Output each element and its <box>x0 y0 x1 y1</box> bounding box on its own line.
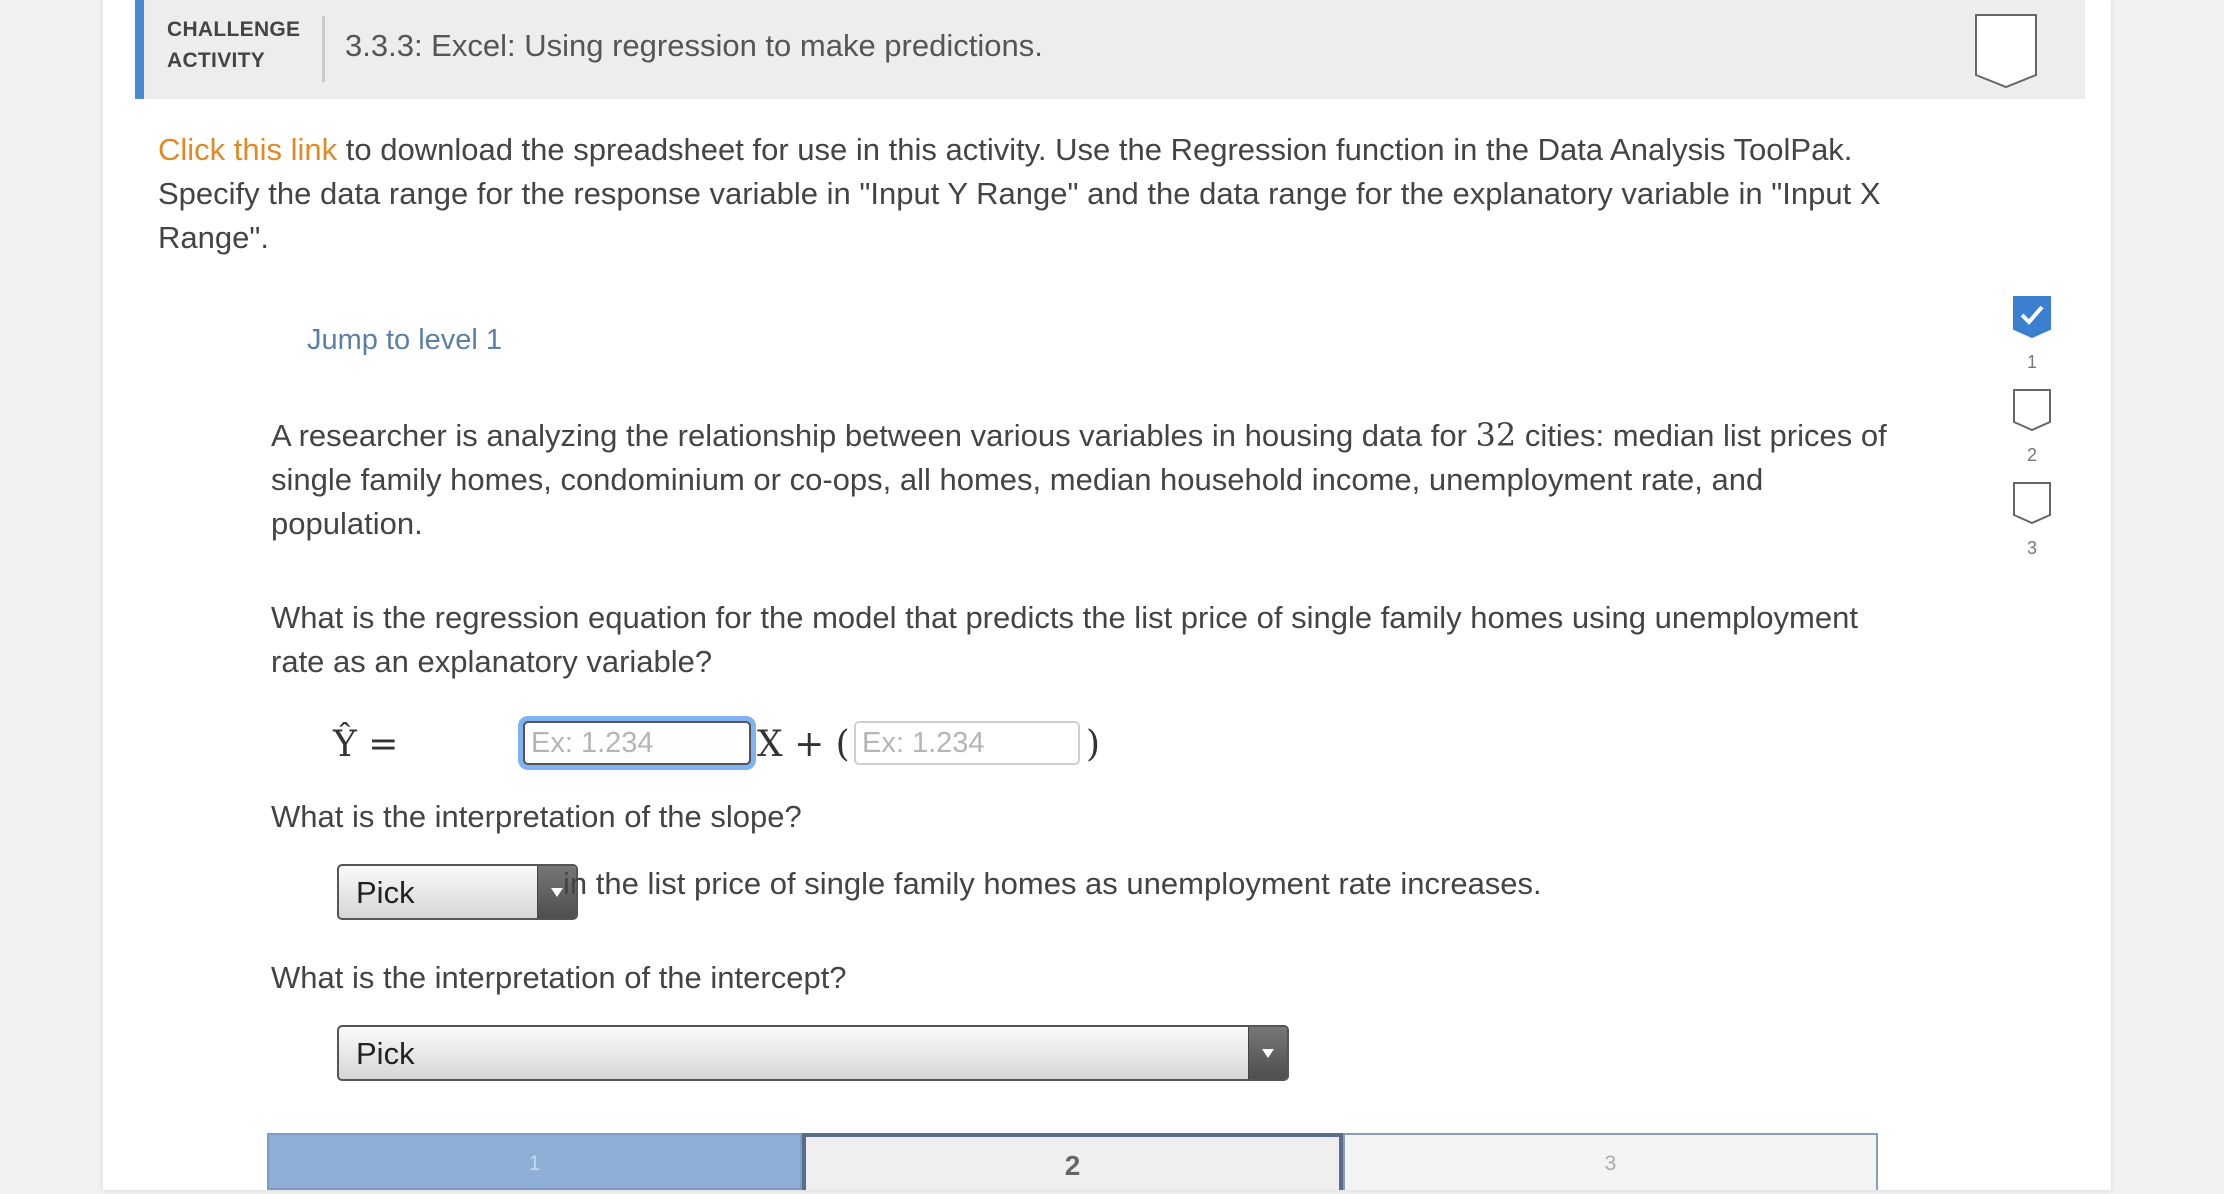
slope-interpretation-text: in the list price of single family homes… <box>563 866 1542 901</box>
equation-lhs: Ŷ = <box>333 724 399 765</box>
question-slope-interpretation: What is the interpretation of the slope? <box>271 799 802 834</box>
badge-line-2: ACTIVITY <box>167 49 266 72</box>
download-spreadsheet-link[interactable]: Click this link <box>158 132 337 167</box>
level-3-indicator[interactable]: 3 <box>2012 482 2052 575</box>
slope-interpretation-select[interactable]: Pick <box>337 864 578 920</box>
level-2-indicator[interactable]: 2 <box>2012 389 2052 482</box>
dropdown-arrow-icon <box>1248 1027 1287 1079</box>
equation-close-paren: ) <box>1086 724 1101 765</box>
tab-level-1[interactable]: 1 <box>267 1133 802 1190</box>
equation-x-term: X + ( <box>757 724 850 765</box>
slope-input[interactable] <box>523 721 751 765</box>
badge-line-1: CHALLENGE <box>167 18 301 41</box>
activity-title: 3.3.3: Excel: Using regression to make p… <box>345 28 1043 63</box>
intercept-input[interactable] <box>854 721 1080 765</box>
challenge-header: CHALLENGE ACTIVITY 3.3.3: Excel: Using r… <box>135 0 2085 99</box>
question-regression-equation: What is the regression equation for the … <box>271 600 1858 679</box>
activity-page: CHALLENGE ACTIVITY 3.3.3: Excel: Using r… <box>103 0 2111 1190</box>
level-completed-check-icon <box>2013 296 2051 338</box>
level-indicator: 1 2 3 <box>2012 296 2052 575</box>
instructions-text: to download the spreadsheet for use in t… <box>158 132 1881 255</box>
completion-shield-icon <box>1975 14 2037 89</box>
intercept-interpretation-select[interactable]: Pick <box>337 1025 1289 1081</box>
slope-select-value: Pick <box>356 875 415 910</box>
level-number: 3 <box>2026 538 2037 558</box>
level-tabs: 1 2 3 <box>267 1133 1878 1190</box>
level-number: 1 <box>2026 352 2037 372</box>
problem-text-before: A researcher is analyzing the relationsh… <box>271 418 1476 453</box>
header-divider <box>322 16 325 82</box>
jump-to-level-link[interactable]: Jump to level 1 <box>307 324 502 357</box>
intercept-select-value: Pick <box>356 1036 415 1071</box>
problem-statement: A researcher is analyzing the relationsh… <box>271 413 1891 546</box>
question-intercept-interpretation: What is the interpretation of the interc… <box>271 960 847 995</box>
activity-instructions: Click this link to download the spreadsh… <box>158 128 1918 260</box>
tab-level-2[interactable]: 2 <box>802 1133 1343 1190</box>
challenge-activity-badge: CHALLENGE ACTIVITY <box>167 14 307 76</box>
level-number: 2 <box>2026 445 2037 465</box>
city-count: 32 <box>1475 416 1517 454</box>
level-shield-icon <box>2013 482 2051 524</box>
tab-level-3[interactable]: 3 <box>1343 1133 1878 1190</box>
level-1-indicator[interactable]: 1 <box>2012 296 2052 389</box>
level-shield-icon <box>2013 389 2051 431</box>
